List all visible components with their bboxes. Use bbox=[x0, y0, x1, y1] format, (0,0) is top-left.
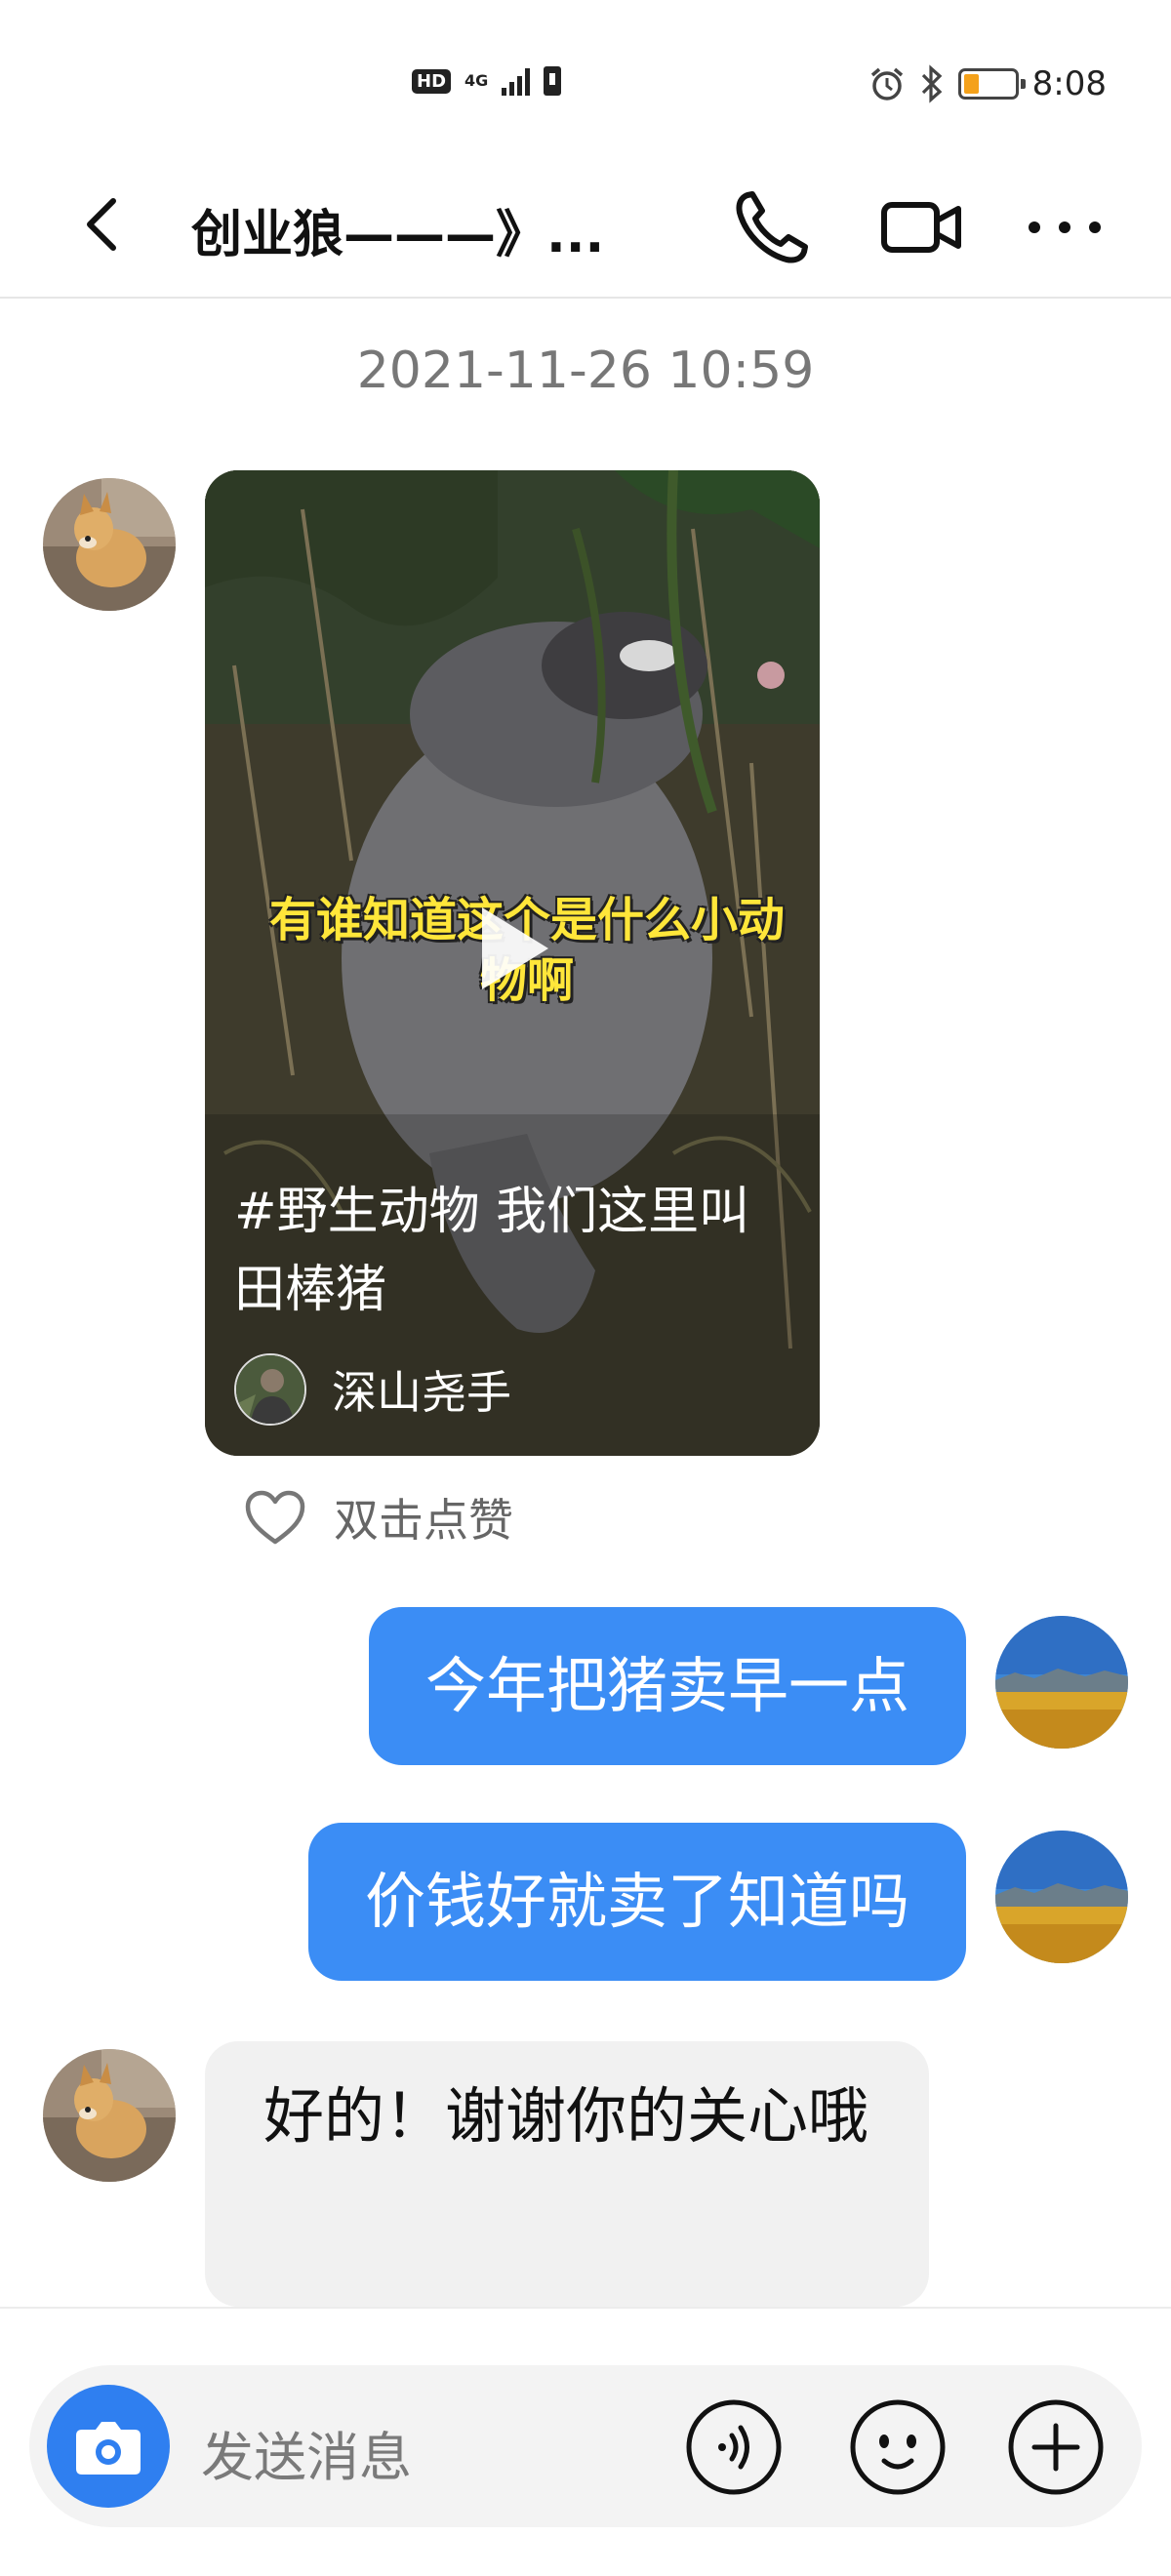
play-icon[interactable] bbox=[468, 900, 556, 997]
hd-badge: HD bbox=[412, 68, 452, 94]
phone-icon[interactable] bbox=[728, 183, 816, 271]
message-input-bar: 发送消息 bbox=[29, 2365, 1142, 2527]
contact-avatar[interactable] bbox=[43, 2049, 176, 2182]
more-icon[interactable] bbox=[1021, 183, 1109, 271]
emoji-icon[interactable] bbox=[847, 2396, 949, 2498]
network-indicators: HD 4G bbox=[412, 66, 562, 96]
camera-button[interactable] bbox=[47, 2385, 170, 2508]
clock: 8:08 bbox=[1031, 64, 1107, 103]
message-timestamp: 2021-11-26 10:59 bbox=[356, 342, 815, 400]
dog-avatar-image bbox=[43, 2049, 176, 2182]
heart-icon[interactable] bbox=[244, 1489, 306, 1546]
video-call-icon[interactable] bbox=[876, 183, 964, 271]
voice-icon[interactable] bbox=[683, 2396, 785, 2498]
author-avatar bbox=[234, 1353, 306, 1426]
bluetooth-icon bbox=[921, 64, 942, 103]
status-bar: HD 4G 8:08 bbox=[0, 0, 1171, 156]
chat-header: 创业狼———》... bbox=[0, 156, 1171, 299]
signal-icon bbox=[502, 66, 531, 96]
like-row[interactable]: 双击点赞 bbox=[244, 1485, 513, 1550]
network-type: 4G bbox=[464, 71, 489, 90]
alarm-icon bbox=[870, 67, 903, 101]
status-right: 8:08 bbox=[868, 64, 1107, 103]
battery-level bbox=[963, 74, 979, 94]
video-author[interactable]: 深山尧手 bbox=[234, 1353, 511, 1426]
sim-icon bbox=[544, 66, 562, 96]
message-input[interactable]: 发送消息 bbox=[201, 2414, 412, 2491]
like-label: 双击点赞 bbox=[334, 1494, 513, 1547]
contact-avatar[interactable] bbox=[43, 478, 176, 611]
back-arrow-icon[interactable] bbox=[68, 185, 137, 263]
chat-title[interactable]: 创业狼———》... bbox=[191, 193, 640, 266]
outgoing-message[interactable]: 今年把猪卖早一点 bbox=[368, 1607, 966, 1765]
my-avatar[interactable] bbox=[995, 1831, 1128, 1963]
plus-icon[interactable] bbox=[1005, 2396, 1107, 2498]
landscape-avatar-image bbox=[995, 1616, 1128, 1749]
video-message-card[interactable]: 有谁知道这个是什么小动物啊 #野生动物 我们这里叫田棒猪 深山尧手 bbox=[205, 470, 820, 1456]
dog-avatar-image bbox=[43, 478, 176, 611]
my-avatar[interactable] bbox=[995, 1616, 1128, 1749]
camera-icon bbox=[76, 2422, 141, 2475]
composer-area: 发送消息 bbox=[0, 2307, 1171, 2576]
outgoing-message[interactable]: 价钱好就卖了知道吗 bbox=[307, 1823, 966, 1981]
video-description: #野生动物 我们这里叫田棒猪 bbox=[234, 1183, 750, 1319]
incoming-message[interactable]: 好的！谢谢你的关心哦 bbox=[205, 2041, 929, 2307]
landscape-avatar-image bbox=[995, 1831, 1128, 1963]
author-name: 深山尧手 bbox=[332, 1366, 511, 1419]
battery-icon bbox=[957, 68, 1026, 100]
